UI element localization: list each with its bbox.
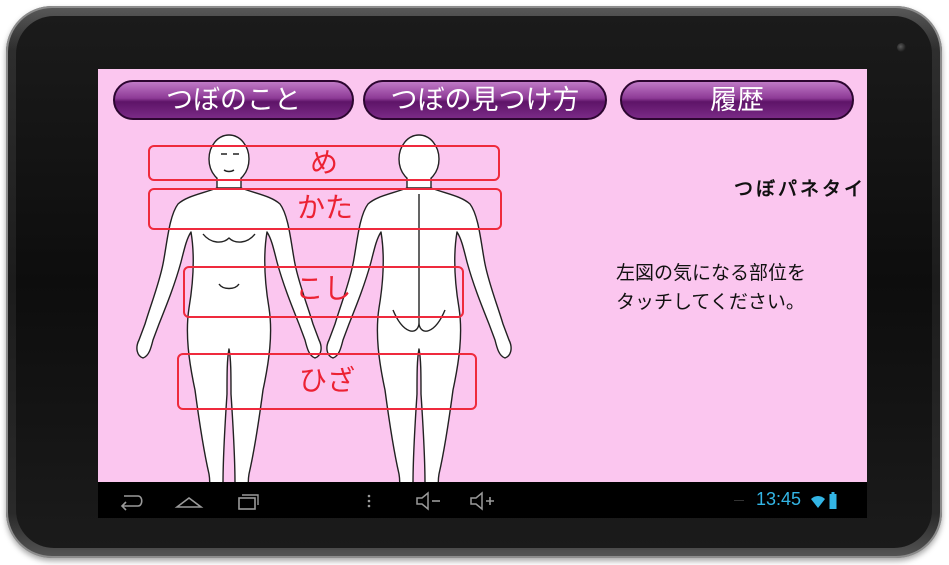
back-icon[interactable]	[116, 490, 146, 512]
system-navigation-bar: 13:45	[98, 482, 867, 518]
volume-down-icon[interactable]	[414, 490, 444, 512]
front-camera	[897, 43, 906, 52]
tab-tsubo-finding[interactable]: つぼの見つけ方	[363, 80, 607, 120]
instruction-line-2: タッチしてください。	[616, 291, 805, 313]
region-lower-back[interactable]: こし	[183, 266, 464, 318]
region-knee[interactable]: ひざ	[177, 353, 477, 410]
home-icon[interactable]	[174, 490, 204, 512]
wifi-icon	[811, 496, 825, 508]
tab-tsubo-about[interactable]: つぼのこと	[113, 80, 354, 120]
status-divider	[734, 500, 744, 501]
menu-icon[interactable]	[364, 490, 374, 512]
region-eyes[interactable]: め	[148, 145, 500, 181]
tab-history[interactable]: 履歴	[620, 80, 854, 120]
tab-bar: つぼのこと つぼの見つけ方 履歴	[98, 69, 867, 129]
battery-icon	[829, 492, 837, 509]
instruction-text: 左図の気になる部位を タッチしてください。	[616, 259, 861, 317]
clock: 13:45	[756, 489, 802, 509]
recent-apps-icon[interactable]	[232, 490, 262, 512]
instruction-line-1: 左図の気になる部位を	[616, 262, 807, 284]
app-screen: つぼのこと つぼの見つけ方 履歴 め かた こし ひざ つぼパネタイ 左図の気に…	[98, 69, 867, 518]
app-logo-text: つぼパネタイ	[733, 178, 866, 200]
region-shoulder[interactable]: かた	[148, 188, 502, 230]
volume-up-icon[interactable]	[468, 490, 498, 512]
